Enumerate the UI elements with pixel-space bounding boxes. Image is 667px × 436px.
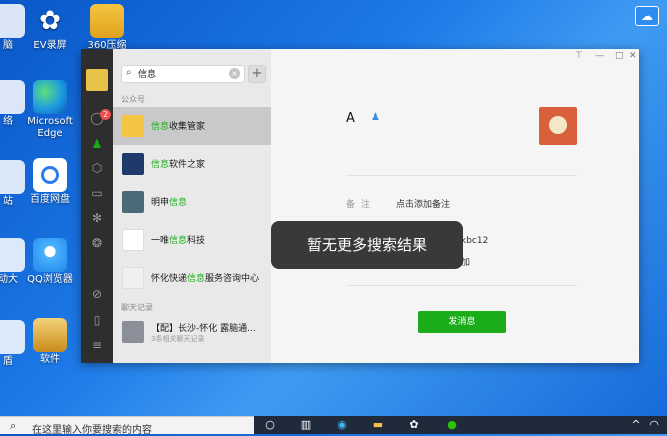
desktop-icon-label: QQ浏览器	[27, 274, 73, 285]
desktop-icon-label: EV录屏	[33, 40, 67, 51]
desktop-icon-label: 站	[3, 196, 13, 207]
moments-icon[interactable]: ✻	[90, 211, 104, 225]
user-avatar[interactable]	[86, 69, 108, 91]
result-item[interactable]: 一唯信息科技	[113, 221, 271, 259]
ev-recorder-icon: ✿	[39, 6, 61, 36]
task-search-icon[interactable]: ○	[262, 418, 278, 432]
taskbar-search[interactable]: ⌕ 在这里输入你要搜索的内容	[0, 416, 254, 436]
baidu-netdisk-icon	[33, 158, 67, 192]
wechat-sidebar: ◯ 2 ♟ ⬡ ▭ ✻ ❂ ⊘ ▯ ≡	[81, 49, 113, 363]
desktop-icon-label: 络	[3, 116, 13, 127]
edge-icon	[33, 80, 67, 114]
unread-badge: 2	[100, 109, 111, 120]
pin-button[interactable]: ⊤	[575, 51, 583, 61]
search-box[interactable]: ⌕ ×	[121, 65, 245, 83]
desktop-icon-qq-browser[interactable]: QQ浏览器	[20, 238, 80, 286]
profile-avatar[interactable]	[539, 107, 577, 145]
search-results-panel: ⌕ × + 公众号 信息收集管家 信息软件之家 明申信息 一唯信息科技 怀化快递…	[113, 49, 271, 363]
zip-icon	[90, 4, 124, 38]
chat-record-title: 【配】长沙-怀化 露脑通...	[151, 324, 256, 334]
profile-panel: ⊤ — □ ✕ A ♟ 备注 点击添加备注 kbc12 加 发消息	[271, 49, 639, 363]
folder-icon	[33, 318, 67, 352]
chat-thumb	[122, 321, 144, 343]
account-thumb	[122, 191, 144, 213]
cloud-tray-icon[interactable]: ☁	[635, 6, 659, 26]
search-icon: ⌕	[126, 67, 132, 78]
desktop-icon-label: Microsoft Edge	[27, 116, 73, 139]
qq-browser-icon	[33, 238, 67, 272]
remark-value[interactable]: 点击添加备注	[396, 197, 450, 210]
network-tray-icon[interactable]: ◠	[646, 418, 662, 432]
desktop-icon-label: 盾	[3, 356, 13, 367]
desktop-icon-label: 软件	[40, 354, 60, 365]
maximize-button[interactable]: □	[615, 51, 624, 61]
channels-icon[interactable]: ⊘	[90, 287, 104, 301]
result-item[interactable]: 怀化快递信息服务咨询中心	[113, 259, 271, 297]
minimize-button[interactable]: —	[595, 51, 604, 61]
account-thumb	[122, 115, 144, 137]
mini-program-icon[interactable]: ❂	[90, 236, 104, 250]
phone-icon[interactable]: ▯	[90, 313, 104, 327]
desktop-icon-ev-recorder[interactable]: ✿ EV录屏	[20, 4, 80, 52]
add-button[interactable]: +	[248, 65, 266, 83]
section-label-public: 公众号	[121, 95, 145, 104]
close-button[interactable]: ✕	[629, 51, 637, 61]
baidu-taskbar-icon[interactable]: ✿	[406, 418, 422, 432]
explorer-taskbar-icon[interactable]: ▬	[370, 418, 386, 432]
divider	[346, 175, 577, 176]
desktop-icon-label: 脑	[3, 40, 13, 51]
files-icon[interactable]: ▭	[90, 186, 104, 200]
result-item[interactable]: 明申信息	[113, 183, 271, 221]
result-name: 信息收集管家	[151, 122, 206, 132]
no-more-results-toast: 暂无更多搜索结果	[271, 221, 463, 269]
desktop-icon-software[interactable]: 软件	[20, 318, 80, 366]
account-thumb	[122, 267, 144, 289]
account-thumb	[122, 229, 144, 251]
tray-icon[interactable]: ^	[628, 418, 644, 432]
account-thumb	[122, 153, 144, 175]
divider	[346, 285, 577, 286]
search-input[interactable]	[138, 67, 228, 80]
remark-label: 备注	[346, 200, 377, 210]
edge-taskbar-icon[interactable]: ◉	[334, 418, 350, 432]
section-label-chat: 聊天记录	[121, 303, 153, 312]
desktop-icon-360zip[interactable]: 360压缩	[77, 4, 137, 52]
result-name: 信息软件之家	[151, 160, 206, 170]
desktop-icon-label: 百度网盘	[30, 194, 70, 205]
menu-icon[interactable]: ≡	[90, 338, 104, 352]
send-message-button[interactable]: 发消息	[418, 311, 506, 333]
favorites-icon[interactable]: ⬡	[90, 161, 104, 175]
wechat-window: ◯ 2 ♟ ⬡ ▭ ✻ ❂ ⊘ ▯ ≡ ⌕ × + 公众号 信息收集管家 信息软…	[81, 49, 639, 363]
profile-name: A	[346, 111, 355, 126]
desktop-icon-label: 动大	[0, 274, 18, 285]
result-name: 明申信息	[151, 198, 188, 208]
result-item[interactable]: 信息收集管家	[113, 107, 271, 145]
search-icon: ⌕	[10, 419, 17, 432]
desktop-icon-edge[interactable]: Microsoft Edge	[20, 80, 80, 140]
gender-icon: ♟	[371, 112, 380, 123]
result-item[interactable]: 信息软件之家	[113, 145, 271, 183]
task-view-icon[interactable]: ▥	[298, 418, 314, 432]
wechat-taskbar-icon[interactable]: ●	[444, 418, 460, 432]
taskbar: ⌕ 在这里输入你要搜索的内容 ○ ▥ ◉ ▬ ✿ ● ^ ◠	[0, 416, 667, 436]
profile-id-partial: kbc12	[461, 236, 489, 246]
result-name: 怀化快递信息服务咨询中心	[151, 274, 260, 284]
chat-record-item[interactable]: 【配】长沙-怀化 露脑通... 3条相关聊天记录	[113, 313, 271, 351]
chat-record-sub: 3条相关聊天记录	[151, 335, 205, 343]
desktop-icon-baidu-netdisk[interactable]: 百度网盘	[20, 158, 80, 206]
result-name: 一唯信息科技	[151, 236, 206, 246]
clear-icon[interactable]: ×	[229, 68, 240, 79]
contacts-icon[interactable]: ♟	[90, 137, 104, 151]
